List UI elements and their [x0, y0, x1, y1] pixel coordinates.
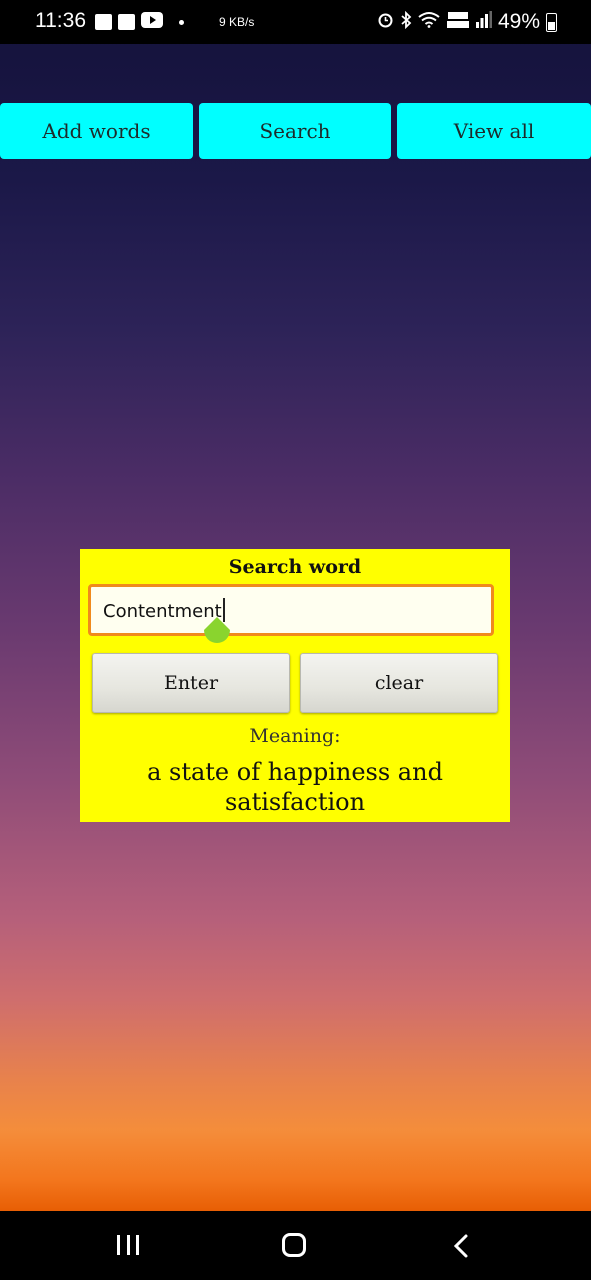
volte-icon	[446, 11, 470, 34]
panel-title: Search word	[228, 556, 362, 578]
add-words-button[interactable]: Add words	[0, 103, 193, 159]
status-bar: 11:36 9 KB/s 49%	[0, 0, 591, 44]
youtube-icon	[141, 12, 163, 32]
app-background: 11:36 9 KB/s 49% Add words Search View a…	[0, 0, 591, 1280]
text-selection-handle[interactable]	[202, 617, 232, 651]
enter-button[interactable]: Enter	[92, 653, 290, 713]
dot-icon	[179, 19, 184, 25]
search-word-panel: Search word Contentment Enter clear Mean…	[80, 549, 510, 822]
wifi-icon	[418, 11, 440, 33]
clear-button[interactable]: clear	[300, 653, 498, 713]
sim-check-icon	[118, 14, 135, 30]
status-time: 11:36	[35, 9, 86, 32]
battery-icon	[546, 12, 557, 32]
search-button[interactable]: Search	[199, 103, 391, 159]
system-navigation-bar	[0, 1211, 591, 1280]
notification-icons	[95, 12, 184, 32]
alarm-icon	[377, 11, 394, 33]
recent-apps-icon[interactable]	[117, 1235, 139, 1255]
meaning-label: Meaning:	[249, 725, 341, 747]
meaning-text: a state of happiness and satisfaction	[147, 758, 443, 816]
signal-icon	[475, 11, 492, 33]
image-icon	[95, 14, 112, 30]
network-speed: 9 KB/s	[219, 15, 255, 29]
view-all-button[interactable]: View all	[397, 103, 591, 159]
system-status-icons: 49%	[377, 10, 557, 34]
back-icon[interactable]	[451, 1233, 473, 1259]
bluetooth-icon	[400, 10, 412, 34]
search-input[interactable]: Contentment	[88, 584, 494, 636]
home-icon[interactable]	[282, 1233, 306, 1257]
battery-percent: 49%	[497, 10, 540, 33]
